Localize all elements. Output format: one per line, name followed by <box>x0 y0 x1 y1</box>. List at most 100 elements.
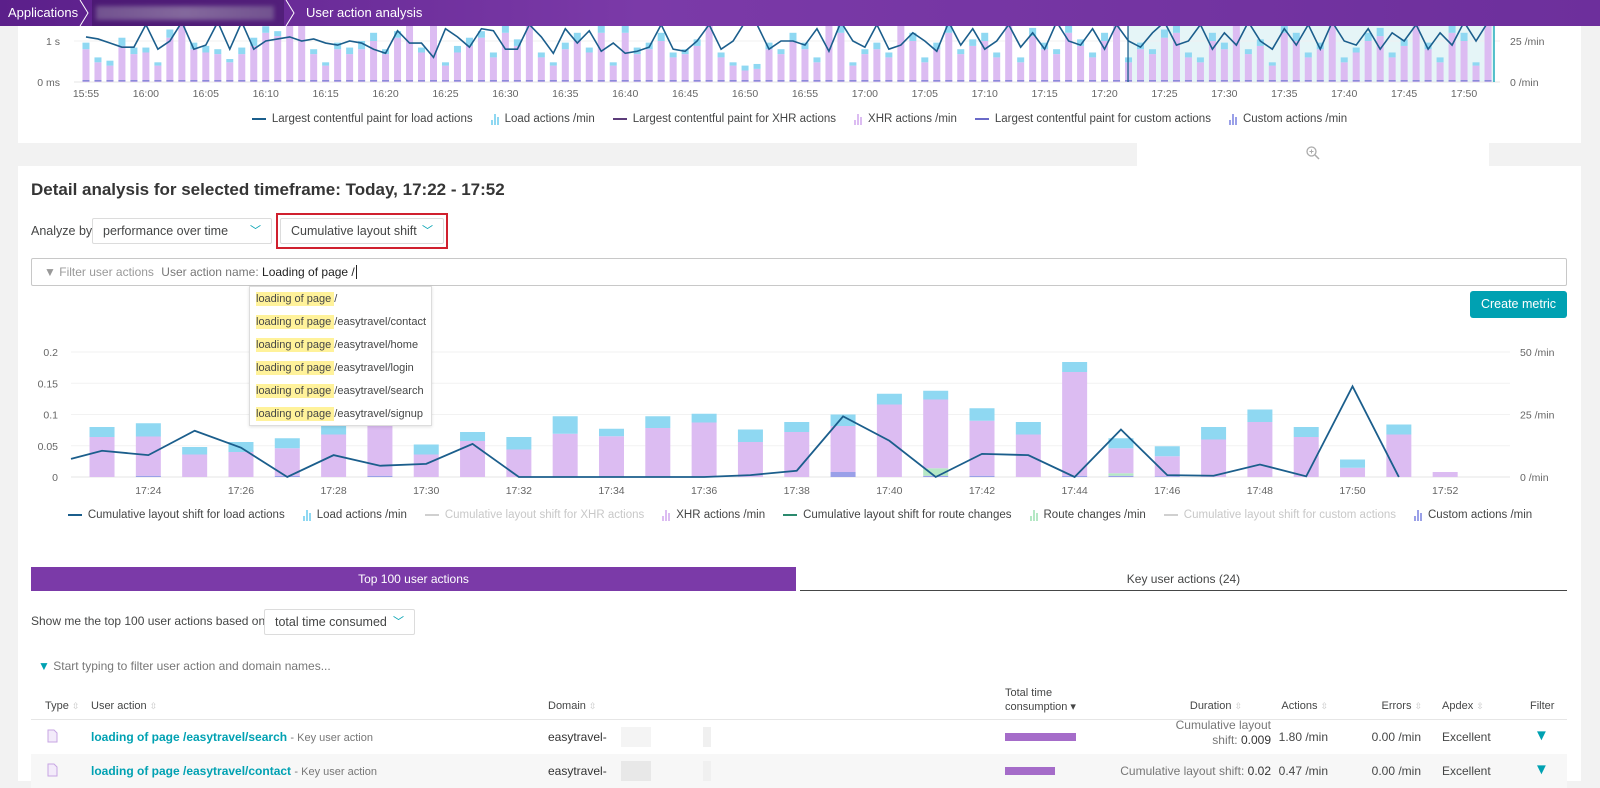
legend-item-cumulative-layout-shift-for-load-actions[interactable]: Cumulative layout shift for load actions <box>67 509 285 521</box>
legend-item-largest-contentful-paint-for-load-actions[interactable]: Largest contentful paint for load action… <box>251 113 473 125</box>
xhr-bar <box>1184 57 1192 82</box>
load-actions-min-bar <box>1154 446 1180 457</box>
tab-top-100-user-actions[interactable]: Top 100 user actions <box>31 567 796 591</box>
xhr-bar <box>382 54 390 82</box>
column-header-errors[interactable]: Errors ⇳ <box>1350 700 1423 712</box>
custom-bar <box>322 80 330 82</box>
load-bar <box>106 60 114 66</box>
column-header-user-action[interactable]: User action ⇳ <box>91 700 157 712</box>
custom-bar <box>873 80 881 82</box>
load-actions-min-bar <box>135 423 161 437</box>
legend-item-cumulative-layout-shift-for-xhr-actions[interactable]: Cumulative layout shift for XHR actions <box>424 509 644 521</box>
load-bar <box>142 47 150 53</box>
x-tick-label: 17:28 <box>320 485 346 497</box>
xhr-actions-min-bar <box>506 449 532 477</box>
metric-select[interactable]: Cumulative layout shift ﹀ <box>280 218 444 244</box>
custom-bar <box>1208 80 1216 82</box>
x-tick-label: 17:05 <box>912 88 938 100</box>
action-filter-input[interactable]: ▼ Start typing to filter user action and… <box>38 659 331 673</box>
legend-item-custom-actions-min[interactable]: Custom actions /min <box>1228 113 1347 125</box>
tab-key-user-actions[interactable]: Key user actions (24) <box>800 567 1567 591</box>
custom-bar <box>394 80 402 82</box>
suggestion-item[interactable]: loading of page /easytravel/login <box>256 361 414 375</box>
column-header-duration[interactable]: Duration ⇳ <box>1150 700 1242 712</box>
bar-series-icon <box>1414 509 1422 521</box>
xhr-bar <box>274 36 282 82</box>
line-series-icon <box>251 118 266 120</box>
custom-bar <box>226 80 234 82</box>
custom-bar <box>1244 80 1252 82</box>
filter-user-actions-input[interactable]: ▼ Filter user actions User action name: … <box>31 258 1567 286</box>
xhr-bar <box>154 65 162 82</box>
analyze-by-select[interactable]: performance over time ﹀ <box>92 218 272 244</box>
user-action-link[interactable]: loading of page /easytravel/contact <box>91 764 291 778</box>
xhr-bar <box>789 41 797 82</box>
user-action-link[interactable]: loading of page /easytravel/search <box>91 730 287 744</box>
xhr-bar <box>406 26 414 82</box>
suggestion-item[interactable]: loading of page /easytravel/search <box>256 384 424 398</box>
table-row[interactable]: loading of page /easytravel/search - Key… <box>31 718 1567 754</box>
custom-bar <box>1077 80 1085 82</box>
legend-item-route-changes-min[interactable]: Route changes /min <box>1029 509 1146 521</box>
xhr-bar <box>765 49 773 82</box>
custom-bar <box>274 80 282 82</box>
load-actions-min-bar <box>691 413 717 423</box>
column-header-domain[interactable]: Domain ⇳ <box>548 700 596 712</box>
custom-bar <box>1101 80 1109 82</box>
xhr-bar <box>1328 26 1336 82</box>
filter-icon[interactable]: ▼ <box>1534 761 1549 778</box>
overview-chart[interactable]: 15:55 16:00 16:05 16:10 16:15 16:20 16:25 16:30… <box>0 26 1600 106</box>
load-bar <box>1172 26 1180 33</box>
legend-item-load-actions-min[interactable]: Load actions /min <box>302 509 407 521</box>
column-header-actions[interactable]: Actions ⇳ <box>1260 700 1328 712</box>
custom-bar <box>1137 80 1145 82</box>
zoom-in-icon[interactable] <box>1305 145 1321 161</box>
load-actions-min-bar <box>876 393 902 405</box>
legend-item-custom-actions-min[interactable]: Custom actions /min <box>1414 509 1532 521</box>
xhr-bar <box>885 57 893 82</box>
selection-zoom-tab[interactable] <box>1137 140 1489 166</box>
suggestion-item[interactable]: loading of page /easytravel/home <box>256 338 418 352</box>
suggestion-rest: /easytravel/login <box>334 362 414 374</box>
xhr-actions-min-bar <box>552 433 578 477</box>
xhr-bar <box>729 65 737 82</box>
custom-bar <box>849 80 857 82</box>
custom-bar <box>561 80 569 82</box>
xhr-bar <box>1137 49 1145 82</box>
xhr-bar <box>561 49 569 82</box>
table-row[interactable]: loading of page /easytravel/contact - Ke… <box>31 754 1567 788</box>
suggestion-item[interactable]: loading of page / <box>256 292 337 306</box>
top-actions-basis-select[interactable]: total time consumed ﹀ <box>264 609 415 635</box>
legend-item-load-actions-min[interactable]: Load actions /min <box>490 113 595 125</box>
xhr-bar <box>1101 41 1109 82</box>
column-header-total-time[interactable]: Total time consumption ▾ <box>1005 686 1076 714</box>
custom-bar <box>154 80 162 82</box>
legend-item-largest-contentful-paint-for-xhr-actions[interactable]: Largest contentful paint for XHR actions <box>612 113 836 125</box>
breadcrumb-applications[interactable]: Applications <box>0 0 78 26</box>
load-bar <box>861 49 869 55</box>
suggestion-item[interactable]: loading of page /easytravel/contact <box>256 315 426 329</box>
x-tick-label: 17:30 <box>413 485 439 497</box>
load-actions-min-bar <box>182 447 208 455</box>
suggestion-item[interactable]: loading of page /easytravel/signup <box>256 407 423 421</box>
load-bar <box>1208 32 1216 41</box>
x-tick-label: 17:25 <box>1151 88 1177 100</box>
create-metric-button[interactable]: Create metric <box>1470 291 1567 318</box>
xhr-bar <box>202 52 210 82</box>
x-tick-label: 16:25 <box>432 88 458 100</box>
legend-item-xhr-actions-min[interactable]: XHR actions /min <box>854 113 957 125</box>
legend-item-cumulative-layout-shift-for-custom-actions[interactable]: Cumulative layout shift for custom actio… <box>1163 509 1396 521</box>
load-bar <box>1460 32 1468 41</box>
legend-item-xhr-actions-min[interactable]: XHR actions /min <box>662 509 765 521</box>
filter-icon[interactable]: ▼ <box>1534 727 1549 744</box>
xhr-bar <box>1029 36 1037 82</box>
legend-item-cumulative-layout-shift-for-route-changes[interactable]: Cumulative layout shift for route change… <box>783 509 1012 521</box>
xhr-bar <box>465 45 473 82</box>
xhr-bar <box>957 54 965 82</box>
column-header-type[interactable]: Type ⇳ <box>45 700 79 712</box>
detail-chart[interactable]: 0 0.05 0.1 0.15 0.2 0 /min 25 /min 50 /min 17:24… <box>0 340 1600 505</box>
detail-legend: Cumulative layout shift for load actions… <box>40 509 1560 521</box>
custom-bar <box>1436 80 1444 82</box>
legend-item-largest-contentful-paint-for-custom-actions[interactable]: Largest contentful paint for custom acti… <box>974 113 1211 125</box>
column-header-apdex[interactable]: Apdex ⇳ <box>1442 700 1484 712</box>
